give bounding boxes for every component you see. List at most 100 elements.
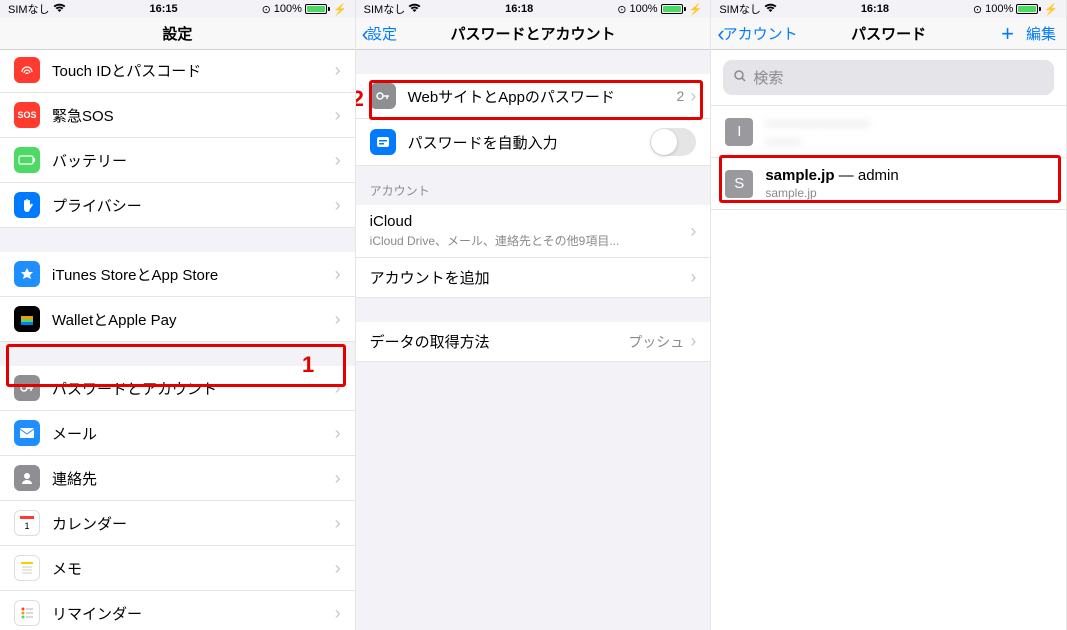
row-website-passwords[interactable]: WebサイトとAppのパスワード 2 › <box>356 74 711 119</box>
chevron-right-icon: › <box>335 468 341 489</box>
edit-button[interactable]: 編集 <box>1026 23 1056 44</box>
settings-list[interactable]: Touch IDとパスコード › SOS 緊急SOS › バッテリー › プライ… <box>0 50 355 630</box>
back-button[interactable]: ‹アカウント <box>717 23 797 45</box>
fingerprint-icon <box>14 57 40 83</box>
row-contacts[interactable]: 連絡先 › <box>0 456 355 501</box>
screen-passwords-accounts: SIMなし 16:18 ⊙ 100% ⚡ ‹設定 パスワードとアカウント Web… <box>356 0 712 630</box>
page-title: パスワードとアカウント <box>450 23 615 44</box>
back-button[interactable]: ‹設定 <box>362 23 397 45</box>
site-avatar: I <box>725 118 753 146</box>
alarm-icon: ⊙ <box>617 3 626 16</box>
row-icloud[interactable]: iCloud iCloud Drive、メール、連絡先とその他9項目... › <box>356 205 711 258</box>
row-calendar[interactable]: 1 カレンダー › <box>0 501 355 546</box>
row-sos[interactable]: SOS 緊急SOS › <box>0 93 355 138</box>
passwords-content[interactable]: 検索 I ——————— ——— S sample.jp — admin sam… <box>711 50 1066 630</box>
sos-icon: SOS <box>14 102 40 128</box>
alarm-icon: ⊙ <box>973 3 982 16</box>
key-icon <box>370 83 396 109</box>
row-label: メール <box>52 423 329 444</box>
battery-icon <box>305 4 330 14</box>
row-data-fetch[interactable]: データの取得方法 プッシュ › <box>356 322 711 362</box>
battery-pct: 100% <box>629 3 657 15</box>
chevron-right-icon: › <box>690 331 696 352</box>
wallet-icon <box>14 306 40 332</box>
chevron-right-icon: › <box>335 603 341 624</box>
row-count: 2 <box>677 88 685 104</box>
row-battery[interactable]: バッテリー › <box>0 138 355 183</box>
charging-icon: ⚡ <box>1044 3 1058 16</box>
contacts-icon <box>14 465 40 491</box>
chevron-right-icon: › <box>335 378 341 399</box>
row-label: iCloud <box>370 213 685 230</box>
row-label: 緊急SOS <box>52 105 329 126</box>
row-mail[interactable]: メール › <box>0 411 355 456</box>
back-label: 設定 <box>367 23 397 44</box>
wifi-icon <box>764 3 777 16</box>
password-item-hidden[interactable]: I ——————— ——— <box>711 105 1066 158</box>
status-bar: SIMなし 16:18 ⊙ 100% ⚡ <box>711 0 1066 18</box>
autofill-toggle[interactable] <box>650 128 696 156</box>
search-input[interactable]: 検索 <box>723 60 1054 95</box>
row-label: メモ <box>52 558 329 579</box>
row-autofill[interactable]: パスワードを自動入力 <box>356 119 711 166</box>
site-title: sample.jp — admin <box>765 167 1052 184</box>
row-add-account[interactable]: アカウントを追加 › <box>356 258 711 298</box>
chevron-right-icon: › <box>690 221 696 242</box>
section-header-accounts: アカウント <box>356 166 711 205</box>
alarm-icon: ⊙ <box>262 3 271 16</box>
chevron-right-icon: › <box>335 309 341 330</box>
add-button[interactable]: + <box>1001 23 1014 45</box>
row-label: リマインダー <box>52 603 329 624</box>
row-label: プライバシー <box>52 195 329 216</box>
calendar-icon: 1 <box>14 510 40 536</box>
site-sub: sample.jp <box>765 186 1052 200</box>
site-avatar: S <box>725 170 753 198</box>
row-reminders[interactable]: リマインダー › <box>0 591 355 630</box>
row-label: カレンダー <box>52 513 329 534</box>
row-wallet[interactable]: WalletとApple Pay › <box>0 297 355 342</box>
row-label: パスワードを自動入力 <box>408 132 651 153</box>
reminders-icon <box>14 600 40 626</box>
chevron-right-icon: › <box>335 195 341 216</box>
battery-pct: 100% <box>985 3 1013 15</box>
row-touchid[interactable]: Touch IDとパスコード › <box>0 50 355 93</box>
row-label: アカウントを追加 <box>370 267 685 288</box>
row-label: パスワードとアカウント <box>52 378 329 399</box>
charging-icon: ⚡ <box>689 3 703 16</box>
chevron-right-icon: › <box>335 558 341 579</box>
carrier-label: SIMなし <box>364 1 406 17</box>
status-bar: SIMなし 16:15 ⊙ 100% ⚡ <box>0 0 355 18</box>
row-itunes[interactable]: iTunes StoreとApp Store › <box>0 252 355 297</box>
hidden-site-title: ——————— <box>765 115 1052 132</box>
password-item-sample[interactable]: S sample.jp — admin sample.jp <box>711 158 1066 210</box>
chevron-right-icon: › <box>335 423 341 444</box>
chevron-right-icon: › <box>335 264 341 285</box>
row-label: Touch IDとパスコード <box>52 60 329 81</box>
status-bar: SIMなし 16:18 ⊙ 100% ⚡ <box>356 0 711 18</box>
back-label: アカウント <box>723 23 798 44</box>
title-separator: — <box>835 167 858 184</box>
notes-icon <box>14 555 40 581</box>
highlight-number-1: 1 <box>302 352 314 378</box>
battery-pct: 100% <box>274 3 302 15</box>
screen-passwords-list: SIMなし 16:18 ⊙ 100% ⚡ ‹アカウント パスワード + 編集 検… <box>711 0 1067 630</box>
row-notes[interactable]: メモ › <box>0 546 355 591</box>
row-label: バッテリー <box>52 150 329 171</box>
charging-icon: ⚡ <box>333 3 347 16</box>
nav-bar: ‹アカウント パスワード + 編集 <box>711 18 1066 50</box>
wifi-icon <box>53 3 66 16</box>
chevron-right-icon: › <box>690 86 696 107</box>
row-privacy[interactable]: プライバシー › <box>0 183 355 228</box>
site-domain: sample.jp <box>765 167 834 184</box>
search-icon <box>733 69 747 87</box>
chevron-right-icon: › <box>690 267 696 288</box>
site-username: admin <box>858 167 899 184</box>
chevron-right-icon: › <box>335 513 341 534</box>
pw-accounts-list[interactable]: WebサイトとAppのパスワード 2 › パスワードを自動入力 アカウント iC… <box>356 50 711 630</box>
page-title: 設定 <box>162 23 192 44</box>
chevron-right-icon: › <box>335 105 341 126</box>
battery-icon <box>1016 4 1041 14</box>
key-icon <box>14 375 40 401</box>
carrier-label: SIMなし <box>719 1 761 17</box>
screen-settings: SIMなし 16:15 ⊙ 100% ⚡ 設定 Touch IDとパスコード ›… <box>0 0 356 630</box>
